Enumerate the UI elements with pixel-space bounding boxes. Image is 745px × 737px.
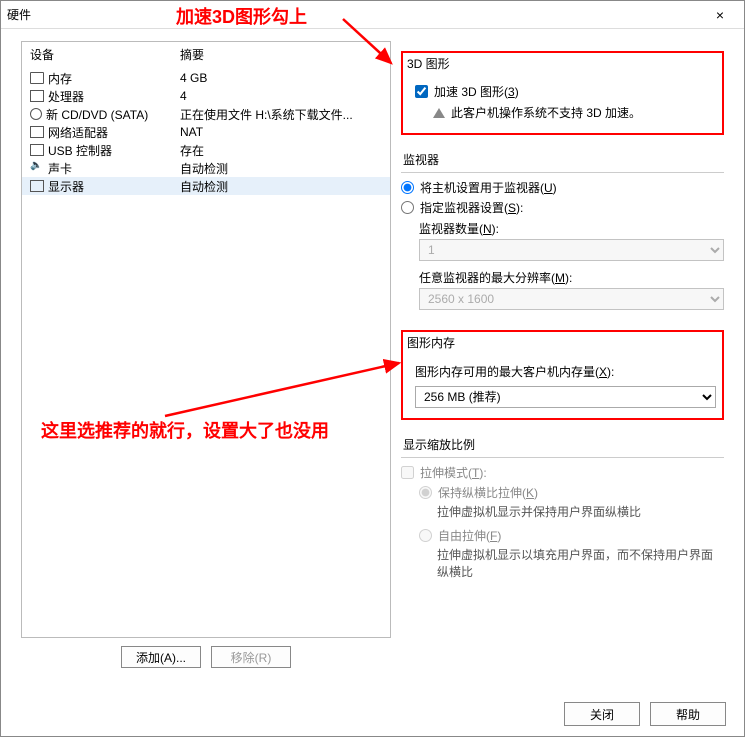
help-button[interactable]: 帮助	[650, 702, 726, 726]
group-title-3d: 3D 图形	[405, 55, 720, 72]
memory-icon	[30, 72, 44, 84]
header-summary: 摘要	[180, 46, 382, 63]
network-icon	[30, 126, 44, 138]
device-name: 内存	[48, 70, 72, 87]
max-resolution-select: 2560 x 1600	[419, 288, 724, 310]
stretch-mode-checkbox	[401, 466, 414, 479]
device-name: 处理器	[48, 88, 84, 105]
add-remove-bar: 添加(A)... 移除(R)	[21, 638, 391, 676]
group-3d-graphics: 3D 图形 加速 3D 图形(3) 此客户机操作系统不支持 3D 加速。	[401, 51, 724, 135]
specify-monitor-label: 指定监视器设置(S):	[420, 199, 523, 216]
free-stretch-label: 自由拉伸(F)	[438, 527, 501, 544]
group-graphics-memory: 图形内存 图形内存可用的最大客户机内存量(X): 256 MB (推荐)	[401, 330, 724, 420]
titlebar: 硬件 ×	[1, 1, 744, 29]
device-name: 网络适配器	[48, 124, 108, 141]
group-title-monitors: 监视器	[401, 151, 724, 168]
remove-button: 移除(R)	[211, 646, 291, 668]
warning-icon	[433, 108, 445, 118]
use-host-settings-label: 将主机设置用于监视器(U)	[420, 179, 557, 196]
display-icon	[30, 180, 44, 192]
monitor-count-label: 监视器数量(N):	[419, 220, 724, 237]
device-table-header: 设备 摘要	[22, 42, 390, 69]
device-name: 声卡	[48, 160, 72, 177]
warning-text: 此客户机操作系统不支持 3D 加速。	[451, 104, 641, 121]
device-row-cddvd[interactable]: 新 CD/DVD (SATA) 正在使用文件 H:\系统下载文件...	[22, 105, 390, 123]
header-device: 设备	[30, 46, 180, 63]
accelerate-3d-checkbox[interactable]	[415, 85, 428, 98]
accelerate-3d-label: 加速 3D 图形(3)	[434, 83, 519, 100]
device-row-memory[interactable]: 内存 4 GB	[22, 69, 390, 87]
device-name: 显示器	[48, 178, 84, 195]
device-row-network[interactable]: 网络适配器 NAT	[22, 123, 390, 141]
usb-icon	[30, 144, 44, 156]
device-row-sound[interactable]: 声卡 自动检测	[22, 159, 390, 177]
device-summary: 自动检测	[180, 178, 382, 195]
device-row-display[interactable]: 显示器 自动检测	[22, 177, 390, 195]
cd-icon	[30, 108, 42, 120]
device-summary: 4 GB	[180, 71, 382, 85]
device-summary: 正在使用文件 H:\系统下载文件...	[180, 106, 382, 123]
stretch-mode-label: 拉伸模式(T):	[420, 464, 487, 481]
max-resolution-label: 任意监视器的最大分辨率(M):	[419, 269, 724, 286]
group-title-vram: 图形内存	[405, 334, 720, 351]
left-column: 设备 摘要 内存 4 GB 处理器 4 新 CD/DVD (SATA) 正在使用…	[21, 41, 391, 676]
cpu-icon	[30, 90, 44, 102]
device-row-cpu[interactable]: 处理器 4	[22, 87, 390, 105]
device-summary: 4	[180, 89, 382, 103]
group-title-scaling: 显示缩放比例	[401, 436, 724, 453]
group-display-scaling: 显示缩放比例 拉伸模式(T): 保持纵横比拉伸(K) 拉伸虚拟机显示并保持用户界…	[401, 436, 724, 586]
device-name: 新 CD/DVD (SATA)	[46, 106, 148, 123]
device-summary: 存在	[180, 142, 382, 159]
free-stretch-radio	[419, 529, 432, 542]
specify-monitor-radio[interactable]	[401, 201, 414, 214]
add-button[interactable]: 添加(A)...	[121, 646, 201, 668]
sound-icon	[30, 162, 44, 174]
use-host-settings-radio[interactable]	[401, 181, 414, 194]
vram-label: 图形内存可用的最大客户机内存量(X):	[415, 363, 716, 380]
keep-aspect-hint: 拉伸虚拟机显示并保持用户界面纵横比	[437, 504, 724, 521]
close-icon[interactable]: ×	[702, 3, 738, 27]
device-name: USB 控制器	[48, 142, 112, 159]
content-area: 设备 摘要 内存 4 GB 处理器 4 新 CD/DVD (SATA) 正在使用…	[21, 41, 724, 676]
device-row-usb[interactable]: USB 控制器 存在	[22, 141, 390, 159]
hardware-settings-window: 硬件 × 加速3D图形勾上 这里选推荐的就行，设置大了也没用 设备 摘要 内存 …	[0, 0, 745, 737]
device-summary: 自动检测	[180, 160, 382, 177]
window-title: 硬件	[7, 6, 702, 23]
keep-aspect-radio	[419, 486, 432, 499]
group-monitors: 监视器 将主机设置用于监视器(U) 指定监视器设置(S): 监视器数量(N): …	[401, 151, 724, 316]
device-table: 设备 摘要 内存 4 GB 处理器 4 新 CD/DVD (SATA) 正在使用…	[21, 41, 391, 638]
close-button[interactable]: 关闭	[564, 702, 640, 726]
monitor-count-select: 1	[419, 239, 724, 261]
keep-aspect-label: 保持纵横比拉伸(K)	[438, 484, 538, 501]
free-stretch-hint: 拉伸虚拟机显示以填充用户界面，而不保持用户界面纵横比	[437, 547, 724, 581]
device-summary: NAT	[180, 125, 382, 139]
vram-select[interactable]: 256 MB (推荐)	[415, 386, 716, 408]
right-column: 3D 图形 加速 3D 图形(3) 此客户机操作系统不支持 3D 加速。 监视器	[401, 41, 724, 676]
dialog-button-bar: 关闭 帮助	[564, 702, 726, 726]
